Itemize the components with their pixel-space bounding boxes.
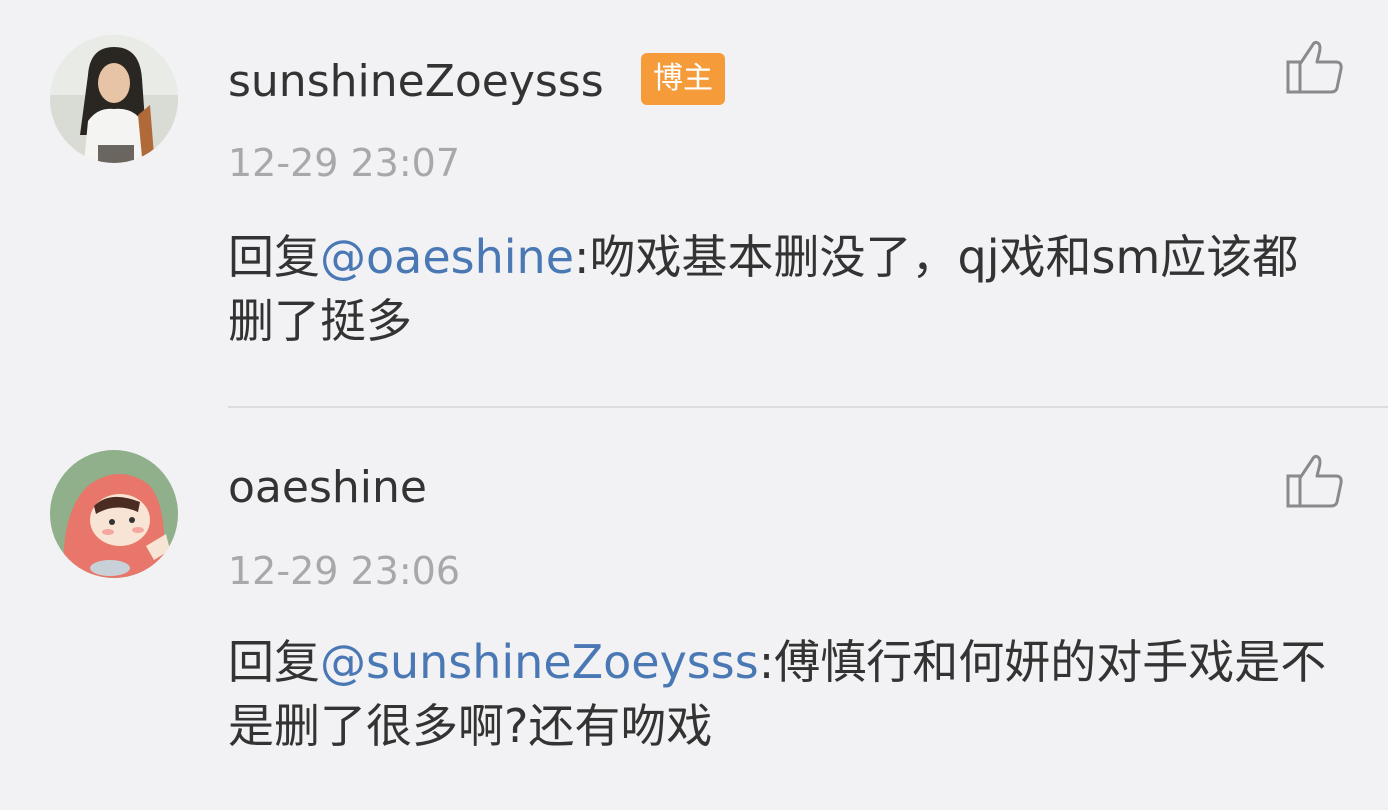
- avatar-cartoon-image: [50, 450, 178, 578]
- username[interactable]: oaeshine: [228, 458, 427, 518]
- mention-link[interactable]: @sunshineZoeysss: [320, 635, 759, 689]
- avatar-cartoon-icon[interactable]: [50, 450, 178, 578]
- timestamp: 12-29 23:06: [228, 549, 461, 593]
- comment-item: oaeshine 12-29 23:06 回复@sunshineZoeysss:…: [0, 0, 1388, 810]
- comment-list: sunshineZoeysss 博主 12-29 23:07 回复@oaeshi…: [0, 0, 1388, 753]
- like-button[interactable]: [1284, 450, 1346, 512]
- reply-prefix: 回复: [228, 635, 320, 689]
- comment-text: 回复@sunshineZoeysss:傅慎行和何妍的对手戏是不是删了很多啊?还有…: [228, 630, 1338, 758]
- thumbs-up-icon: [1286, 454, 1343, 508]
